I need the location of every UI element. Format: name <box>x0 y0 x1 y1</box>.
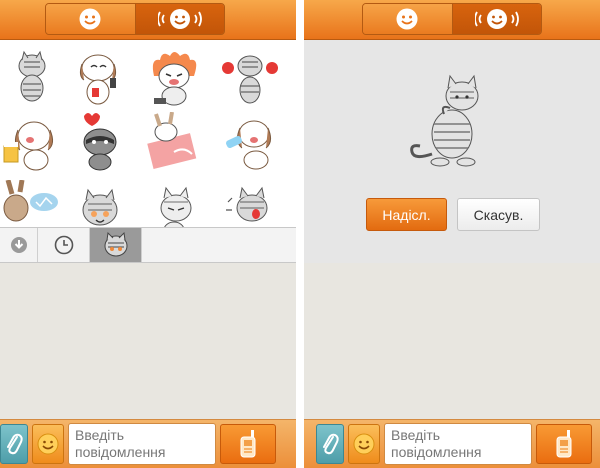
smiley-face-icon <box>353 433 375 455</box>
tab-download[interactable] <box>0 228 38 262</box>
emoji-button[interactable] <box>32 424 64 464</box>
smiley-face-icon <box>79 8 101 30</box>
shih-tzu-beer-sticker-icon[interactable] <box>2 112 62 172</box>
voice-message-button[interactable] <box>220 424 276 464</box>
sticker-preview-area: Надісл. Скасув. <box>304 40 600 263</box>
paperclip-icon <box>7 433 23 455</box>
cat-smug-sticker-icon[interactable] <box>144 180 204 227</box>
voice-smiley-icon <box>157 9 202 29</box>
walkie-talkie-icon <box>556 430 572 458</box>
tab-recent[interactable] <box>38 228 90 262</box>
recent-clock-icon <box>54 235 73 255</box>
emoji-tab-group <box>45 3 225 35</box>
voice-smiley-icon <box>474 9 519 29</box>
composer-bar: Введіть повідомлення <box>0 419 296 468</box>
smiley-face-icon <box>396 8 418 30</box>
attach-button[interactable] <box>316 424 344 464</box>
rabbit-lying-sticker-icon[interactable] <box>144 112 204 172</box>
tab-emoji[interactable] <box>363 4 452 34</box>
sticker-grid <box>0 40 296 227</box>
top-bar <box>304 0 600 40</box>
raccoon-heartbroken-sticker-icon[interactable] <box>70 112 130 172</box>
composer-bar: Введіть повідомлення <box>304 419 600 468</box>
boxing-cat-sticker-icon[interactable] <box>220 48 280 108</box>
tab-cat-pack[interactable] <box>90 228 142 262</box>
rabbit-speech-sticker-icon[interactable] <box>2 180 62 227</box>
cat-thinking-sticker-icon <box>410 74 479 167</box>
cat-smiling-sticker-icon[interactable] <box>70 180 130 227</box>
message-input[interactable]: Введіть повідомлення <box>384 423 532 465</box>
angry-cat-fire-sticker-icon[interactable] <box>144 48 204 108</box>
shih-tzu-drinking-sticker-icon[interactable] <box>220 112 280 172</box>
message-input[interactable]: Введіть повідомлення <box>68 423 216 465</box>
tab-voice-stickers[interactable] <box>134 4 224 34</box>
cat-pack-icon <box>104 231 127 257</box>
shih-tzu-phone-sticker-icon[interactable] <box>70 48 130 108</box>
message-input-placeholder: Введіть повідомлення <box>75 427 166 460</box>
tab-voice-stickers[interactable] <box>451 4 541 34</box>
smiley-face-icon <box>37 433 59 455</box>
tab-emoji[interactable] <box>46 4 135 34</box>
sticker-category-strip <box>0 227 296 263</box>
top-bar <box>0 0 296 40</box>
attach-button[interactable] <box>0 424 28 464</box>
emoji-tab-group <box>362 3 542 35</box>
sticker-preview-screen: Надісл. Скасув. Введіть повідомлення <box>304 0 600 468</box>
sticker-picker-screen: Введіть повідомлення <box>0 0 296 468</box>
emoji-button[interactable] <box>348 424 380 464</box>
send-button[interactable]: Надісл. <box>366 198 447 231</box>
message-input-placeholder: Введіть повідомлення <box>391 427 482 460</box>
paperclip-icon <box>323 433 339 455</box>
cat-scared-sticker-icon[interactable] <box>220 180 280 227</box>
voice-message-button[interactable] <box>536 424 592 464</box>
striped-cat-sticker-icon[interactable] <box>2 48 62 108</box>
cancel-button[interactable]: Скасув. <box>457 198 540 231</box>
walkie-talkie-icon <box>240 430 256 458</box>
download-icon <box>10 237 27 253</box>
